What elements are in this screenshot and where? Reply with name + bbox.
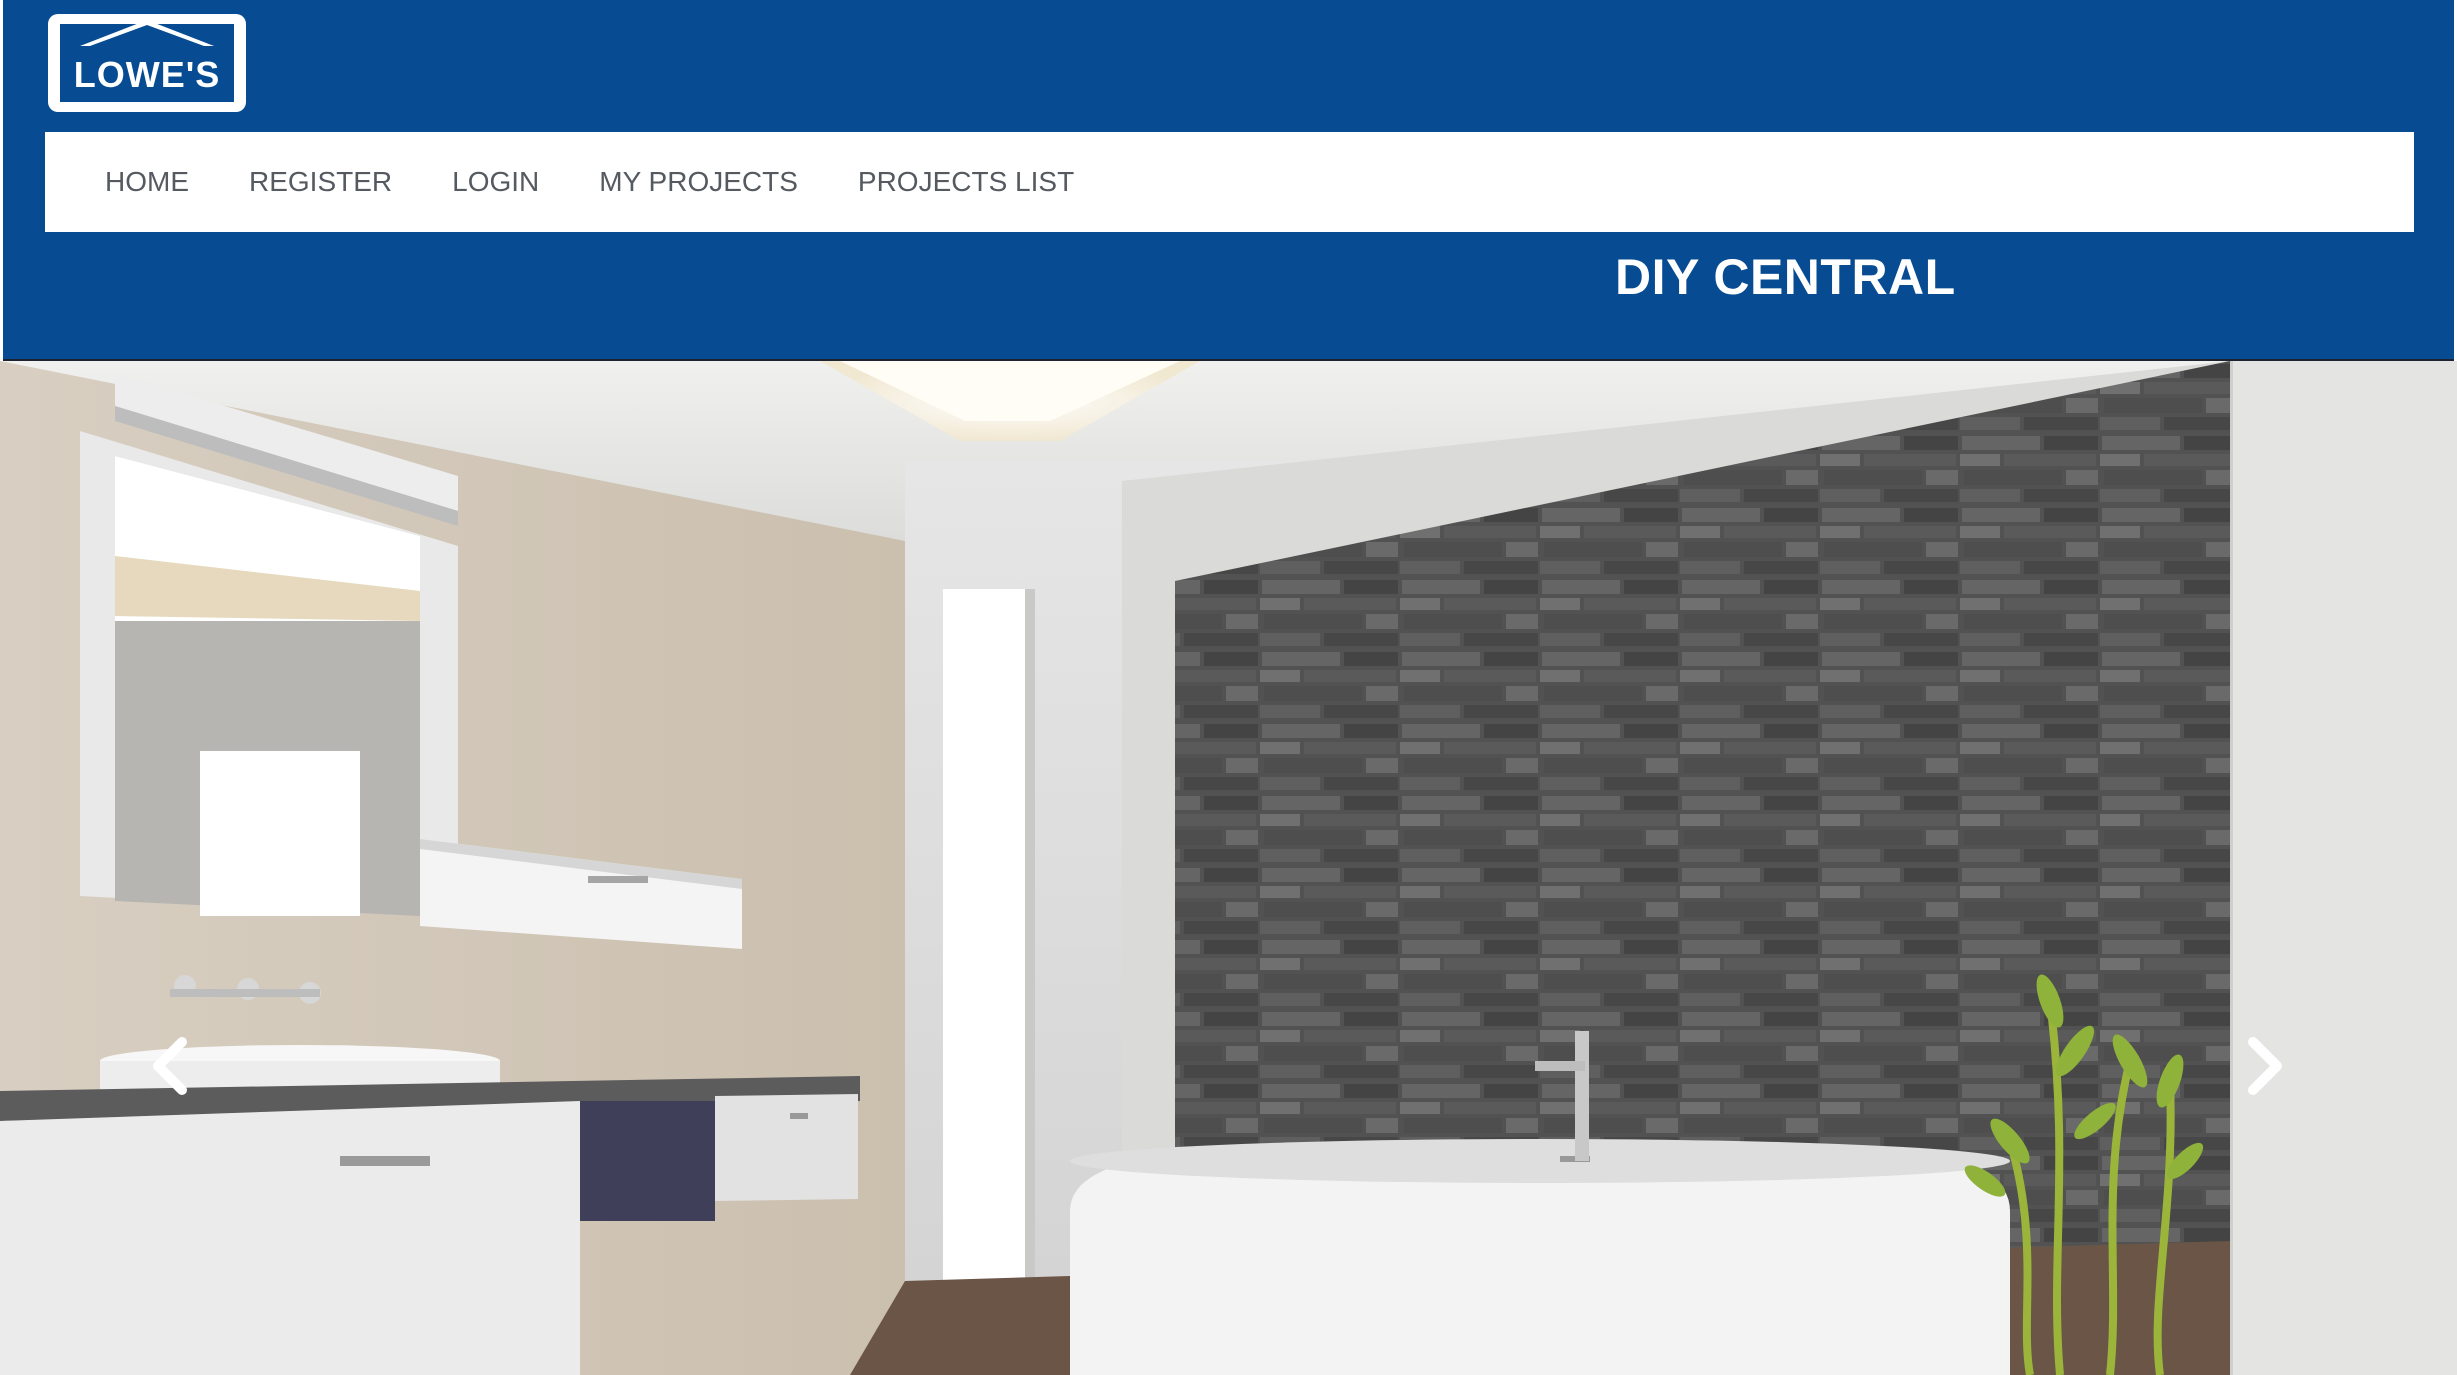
main-nav: HOME REGISTER LOGIN MY PROJECTS PROJECTS…: [45, 132, 2414, 232]
site-header: LOWE'S HOME REGISTER LOGIN MY PROJECTS P…: [3, 0, 2454, 361]
hero-carousel: [0, 361, 2457, 1375]
carousel-prev-button[interactable]: [150, 1036, 210, 1116]
nav-item-projects-list[interactable]: PROJECTS LIST: [858, 166, 1074, 198]
nav-item-login[interactable]: LOGIN: [452, 166, 539, 198]
page: LOWE'S HOME REGISTER LOGIN MY PROJECTS P…: [0, 0, 2457, 1375]
logo-roof-icon: [80, 20, 214, 46]
nav-item-home[interactable]: HOME: [105, 166, 189, 198]
nav-item-my-projects[interactable]: MY PROJECTS: [599, 166, 798, 198]
lowes-logo[interactable]: LOWE'S: [48, 14, 246, 112]
site-title: DIY CENTRAL: [1615, 249, 1956, 305]
nav-item-register[interactable]: REGISTER: [249, 166, 392, 198]
carousel-slide-image: [0, 361, 2457, 1375]
chevron-left-icon: [153, 1037, 187, 1095]
chevron-right-icon: [2248, 1037, 2282, 1095]
carousel-next-button[interactable]: [2245, 1036, 2305, 1116]
logo-text: LOWE'S: [73, 54, 221, 95]
